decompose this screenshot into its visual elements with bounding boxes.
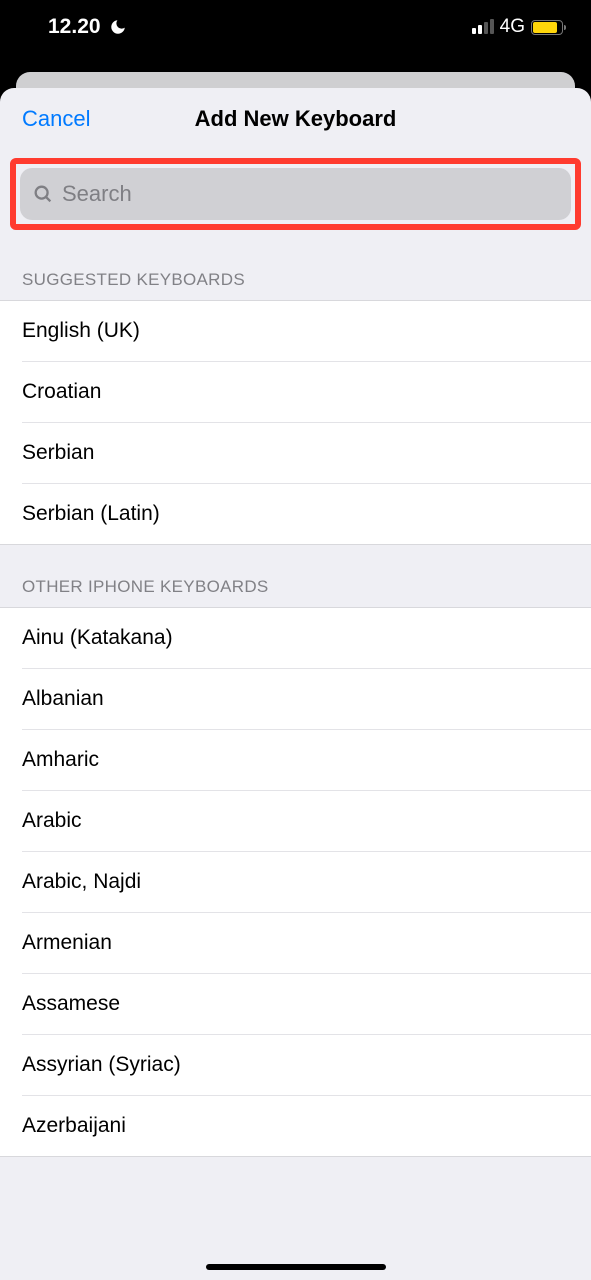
list-item[interactable]: Ainu (Katakana) xyxy=(22,608,591,669)
modal-title: Add New Keyboard xyxy=(195,106,397,132)
list-item[interactable]: Azerbaijani xyxy=(22,1096,591,1156)
search-input[interactable] xyxy=(62,181,559,207)
search-highlight-annotation xyxy=(10,158,581,230)
status-time: 12.20 xyxy=(48,15,101,39)
list-item[interactable]: Croatian xyxy=(22,362,591,423)
list-item[interactable]: Armenian xyxy=(22,913,591,974)
network-type: 4G xyxy=(500,16,525,38)
search-bar[interactable] xyxy=(20,168,571,220)
status-right: 4G xyxy=(472,16,563,38)
status-bar: 12.20 4G xyxy=(0,0,591,54)
list-item[interactable]: Serbian xyxy=(22,423,591,484)
other-section-header: OTHER IPHONE KEYBOARDS xyxy=(0,545,591,607)
list-item[interactable]: English (UK) xyxy=(22,301,591,362)
add-keyboard-modal: Cancel Add New Keyboard SUGGESTED KEYBOA… xyxy=(0,88,591,1280)
home-indicator[interactable] xyxy=(206,1264,386,1270)
suggested-keyboards-list: English (UK) Croatian Serbian Serbian (L… xyxy=(0,300,591,545)
list-item[interactable]: Albanian xyxy=(22,669,591,730)
battery-icon xyxy=(531,20,563,35)
list-item[interactable]: Amharic xyxy=(22,730,591,791)
list-item[interactable]: Arabic xyxy=(22,791,591,852)
suggested-section-header: SUGGESTED KEYBOARDS xyxy=(0,238,591,300)
search-icon xyxy=(32,183,54,205)
other-keyboards-list: Ainu (Katakana) Albanian Amharic Arabic … xyxy=(0,607,591,1157)
list-item[interactable]: Assyrian (Syriac) xyxy=(22,1035,591,1096)
do-not-disturb-icon xyxy=(109,18,127,36)
cancel-button[interactable]: Cancel xyxy=(22,106,90,132)
status-left: 12.20 xyxy=(48,15,127,39)
list-item[interactable]: Assamese xyxy=(22,974,591,1035)
list-item[interactable]: Arabic, Najdi xyxy=(22,852,591,913)
signal-strength-icon xyxy=(472,20,494,34)
list-item[interactable]: Serbian (Latin) xyxy=(22,484,591,544)
modal-header: Cancel Add New Keyboard xyxy=(0,88,591,150)
